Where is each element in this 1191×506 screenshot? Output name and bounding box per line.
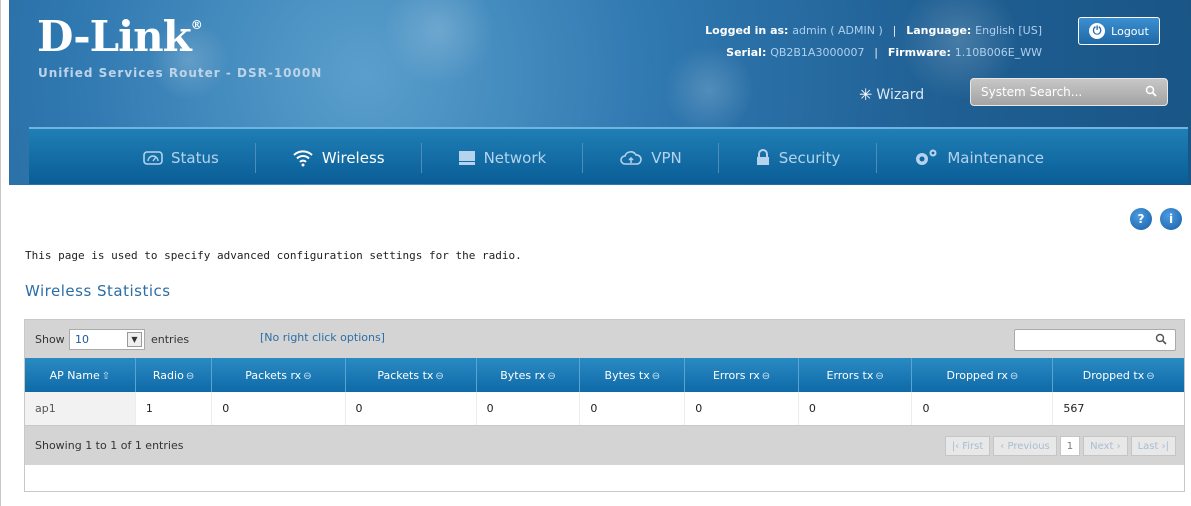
nav-network[interactable]: Network <box>422 142 584 173</box>
main-nav: Status Wireless Network VPN Security Mai… <box>29 127 1188 184</box>
logout-label: Logout <box>1111 24 1149 38</box>
sort-icon: ⊖ <box>547 370 556 382</box>
logged-in-value: admin ( ADMIN ) <box>792 24 883 37</box>
table-search-input[interactable] <box>1014 329 1176 351</box>
table-row[interactable]: ap1 1 0 0 0 0 0 0 0 567 <box>25 392 1184 425</box>
pagination: |‹ First ‹ Previous 1 Next › Last ›| <box>944 436 1176 456</box>
next-page-button[interactable]: Next › <box>1083 436 1128 456</box>
header: D-Link® Unified Services Router - DSR-10… <box>9 0 1191 185</box>
entries-label: entries <box>151 333 190 346</box>
entries-select-value: 10 <box>75 333 89 346</box>
system-search-placeholder: System Search... <box>981 85 1083 99</box>
nav-security-label: Security <box>778 148 841 167</box>
nav-maintenance-label: Maintenance <box>947 148 1044 167</box>
col-header-errors-rx[interactable]: Errors rx ⊖ <box>684 358 799 392</box>
wifi-icon <box>292 149 314 167</box>
sort-ascending-icon: ⇧ <box>101 370 111 382</box>
page-description: This page is used to specify advanced co… <box>25 249 522 262</box>
showing-entries-text: Showing 1 to 1 of 1 entries <box>35 439 184 452</box>
search-icon <box>1155 333 1167 348</box>
previous-page-button[interactable]: ‹ Previous <box>993 436 1057 456</box>
col-header-dropped-tx[interactable]: Dropped tx ⊖ <box>1053 358 1184 392</box>
logged-in-label: Logged in as: <box>705 24 789 37</box>
wireless-stats-table: Show 10 ▼ entries [No right click option… <box>24 319 1185 492</box>
nav-vpn-label: VPN <box>651 148 682 167</box>
cell-dropped-tx: 567 <box>1063 402 1085 415</box>
col-header-bytes-rx[interactable]: Bytes rx ⊖ <box>476 358 581 392</box>
language-value[interactable]: English [US] <box>975 24 1042 37</box>
power-icon: ⏻ <box>1089 23 1106 39</box>
dropdown-arrow-icon: ▼ <box>127 332 142 347</box>
first-page-button[interactable]: |‹ First <box>944 436 991 456</box>
last-page-button[interactable]: Last ›| <box>1130 436 1176 456</box>
nav-wireless[interactable]: Wireless <box>256 142 422 173</box>
router-admin-page: D-Link® Unified Services Router - DSR-10… <box>0 0 1191 506</box>
lock-icon <box>755 148 771 167</box>
nav-maintenance[interactable]: Maintenance <box>877 143 1080 173</box>
col-header-packets-rx[interactable]: Packets rx ⊖ <box>211 358 346 392</box>
col-header-radio[interactable]: Radio ⊖ <box>135 358 213 392</box>
table-header-row: AP Name ⇧ Radio ⊖ Packets rx ⊖ Packets tx ⊖ … <box>25 358 1184 392</box>
info-icon[interactable]: i <box>1160 208 1182 230</box>
sort-icon: ⊖ <box>1146 370 1155 382</box>
cell-packets-rx: 0 <box>211 392 346 425</box>
show-label: Show <box>35 333 65 346</box>
cell-radio: 1 <box>135 392 213 425</box>
sort-icon: ⊖ <box>651 370 661 382</box>
firmware-label: Firmware: <box>887 46 951 59</box>
help-icon[interactable]: ? <box>1130 208 1152 230</box>
nav-status[interactable]: Status <box>107 142 256 173</box>
help-icons: ? i <box>1130 208 1182 230</box>
sort-icon: ⊖ <box>761 370 771 382</box>
col-header-packets-tx[interactable]: Packets tx ⊖ <box>345 358 477 392</box>
product-subtitle: Unified Services Router - DSR-1000N <box>38 66 323 80</box>
cell-bytes-rx: 0 <box>476 392 581 425</box>
current-page-button[interactable]: 1 <box>1059 436 1081 456</box>
logout-button[interactable]: ⏻ Logout <box>1078 17 1160 45</box>
cell-packets-tx: 0 <box>345 392 477 425</box>
dashboard-icon <box>143 150 163 166</box>
nav-vpn[interactable]: VPN <box>583 142 719 173</box>
firmware-value: 1.10B006E_WW <box>954 46 1042 59</box>
sort-icon: ⊖ <box>435 370 444 382</box>
entries-select[interactable]: 10 ▼ <box>69 329 145 350</box>
language-label: Language: <box>906 24 972 37</box>
wizard-label: Wizard <box>876 86 925 103</box>
sort-icon: ⊖ <box>875 370 884 382</box>
cell-errors-tx: 0 <box>798 392 913 425</box>
table-footer: Showing 1 to 1 of 1 entries |‹ First ‹ P… <box>25 425 1184 465</box>
col-header-dropped-rx[interactable]: Dropped rx ⊖ <box>911 358 1054 392</box>
cell-dropped-rx: 0 <box>911 392 1054 425</box>
nav-wireless-label: Wireless <box>321 148 385 167</box>
main-content: ? i This page is used to specify advance… <box>9 185 1191 506</box>
col-header-ap-name[interactable]: AP Name ⇧ <box>25 358 136 392</box>
col-header-errors-tx[interactable]: Errors tx ⊖ <box>798 358 913 392</box>
serial-value: QB2B1A3000007 <box>770 46 865 59</box>
context-note: [No right click options] <box>260 331 385 344</box>
wizard-link[interactable]: ✳ Wizard <box>859 85 924 104</box>
stats-table: AP Name ⇧ Radio ⊖ Packets rx ⊖ Packets tx ⊖ … <box>25 358 1184 425</box>
wand-icon: ✳ <box>859 85 873 104</box>
sort-icon: ⊖ <box>303 370 312 382</box>
search-icon <box>1145 85 1157 100</box>
cell-ap-name: ap1 <box>25 392 136 425</box>
network-icon <box>458 150 476 166</box>
session-info: Logged in as: admin ( ADMIN ) | Language… <box>705 24 1042 59</box>
nav-status-label: Status <box>171 148 219 167</box>
serial-label: Serial: <box>726 46 767 59</box>
system-search-input[interactable]: System Search... <box>970 78 1168 106</box>
sort-icon: ⊖ <box>185 370 195 382</box>
cloud-icon <box>619 150 643 166</box>
dlink-logo: D-Link® <box>37 12 203 61</box>
col-header-bytes-tx[interactable]: Bytes tx ⊖ <box>579 358 686 392</box>
cell-errors-rx: 0 <box>684 392 799 425</box>
section-title: Wireless Statistics <box>25 282 171 300</box>
gears-icon <box>913 148 939 168</box>
cell-bytes-tx: 0 <box>579 392 686 425</box>
table-toolbar: Show 10 ▼ entries [No right click option… <box>25 320 1184 358</box>
nav-network-label: Network <box>483 148 547 167</box>
sort-icon: ⊖ <box>1009 370 1019 382</box>
nav-security[interactable]: Security <box>719 142 878 173</box>
